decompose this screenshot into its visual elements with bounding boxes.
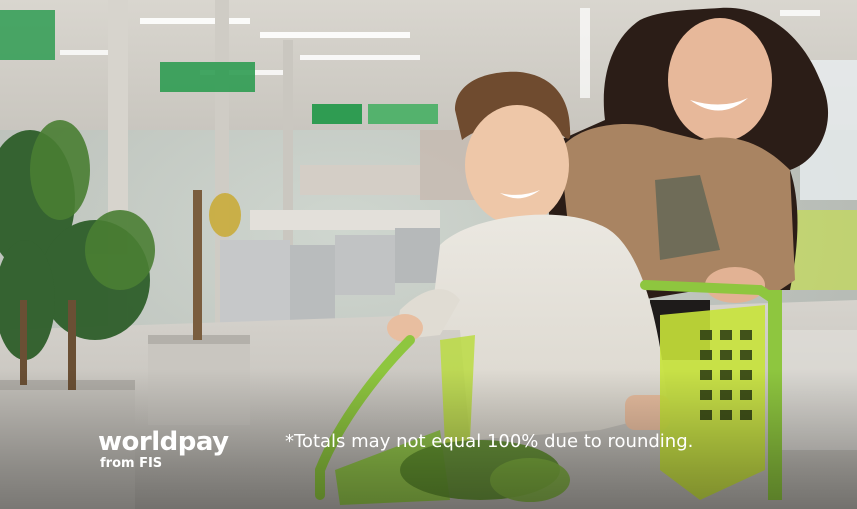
logo-subtitle: from FIS [100,456,163,471]
ad-slide: worldpay from FIS *Totals may not equal … [0,0,857,509]
worldpay-logo: worldpay from FIS [98,428,229,472]
logo-wordmark: worldpay [98,427,229,457]
rounding-footnote: *Totals may not equal 100% due to roundi… [285,431,694,452]
